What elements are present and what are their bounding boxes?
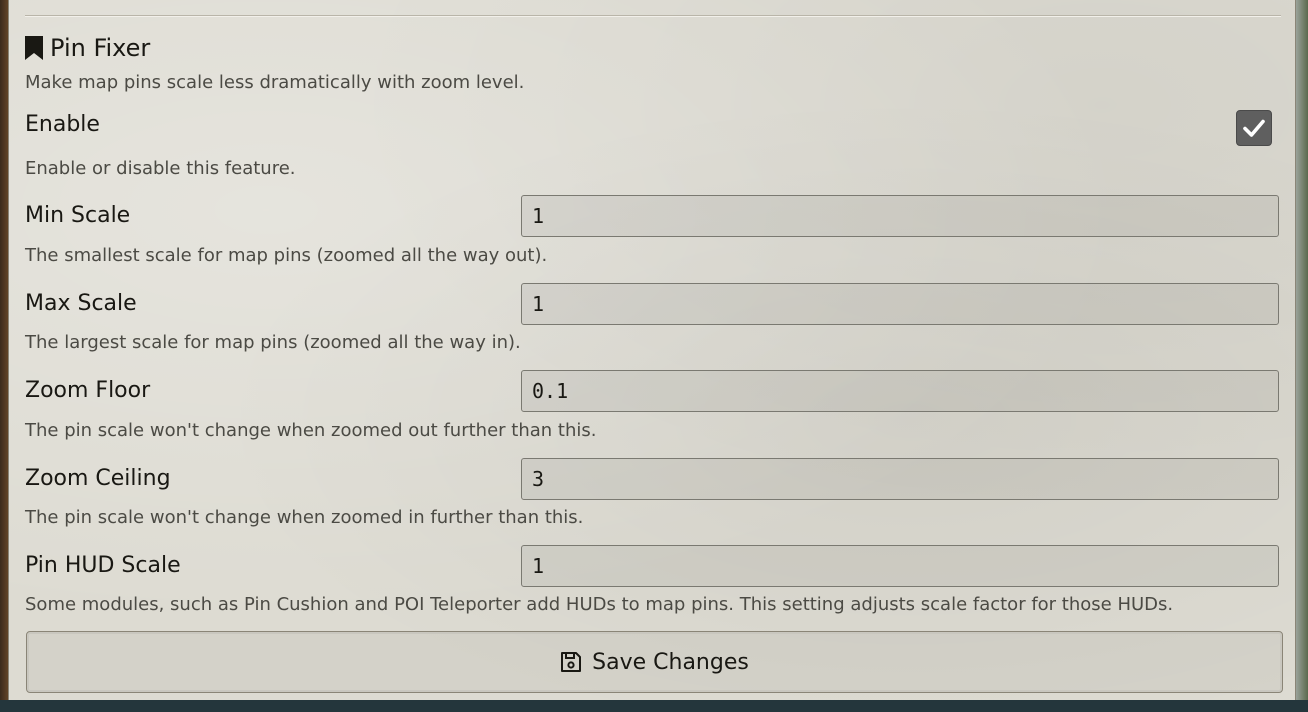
pin-hud-scale-label: Pin HUD Scale xyxy=(25,553,181,578)
min-scale-hint: The smallest scale for map pins (zoomed … xyxy=(25,245,548,266)
section-heading: Pin Fixer xyxy=(24,32,150,64)
background-map-edge-right xyxy=(1296,0,1308,700)
max-scale-label: Max Scale xyxy=(25,291,137,316)
zoom-ceiling-label: Zoom Ceiling xyxy=(25,466,171,491)
enable-checkbox[interactable] xyxy=(1236,110,1272,146)
background-bottom-strip xyxy=(0,700,1308,712)
checkmark-icon xyxy=(1243,119,1265,137)
settings-panel: Pin Fixer Make map pins scale less drama… xyxy=(8,0,1296,700)
pin-hud-scale-input[interactable] xyxy=(521,545,1279,587)
bookmark-icon xyxy=(24,35,44,61)
max-scale-hint: The largest scale for map pins (zoomed a… xyxy=(25,332,521,353)
window-frame: Pin Fixer Make map pins scale less drama… xyxy=(0,0,1308,712)
zoom-floor-input[interactable] xyxy=(521,370,1279,412)
enable-label: Enable xyxy=(25,112,100,137)
floppy-disk-icon xyxy=(560,651,582,673)
max-scale-input[interactable] xyxy=(521,283,1279,325)
zoom-ceiling-hint: The pin scale won't change when zoomed i… xyxy=(25,507,584,528)
save-changes-button[interactable]: Save Changes xyxy=(26,631,1283,693)
enable-hint: Enable or disable this feature. xyxy=(25,158,296,179)
min-scale-input[interactable] xyxy=(521,195,1279,237)
save-changes-label: Save Changes xyxy=(592,649,749,675)
section-description: Make map pins scale less dramatically wi… xyxy=(25,72,525,93)
pin-hud-scale-hint: Some modules, such as Pin Cushion and PO… xyxy=(25,594,1174,615)
section-title: Pin Fixer xyxy=(50,34,151,62)
min-scale-label: Min Scale xyxy=(25,203,131,228)
zoom-floor-label: Zoom Floor xyxy=(25,378,151,403)
zoom-ceiling-input[interactable] xyxy=(521,458,1279,500)
zoom-floor-hint: The pin scale won't change when zoomed o… xyxy=(25,420,597,441)
section-divider xyxy=(25,15,1281,17)
